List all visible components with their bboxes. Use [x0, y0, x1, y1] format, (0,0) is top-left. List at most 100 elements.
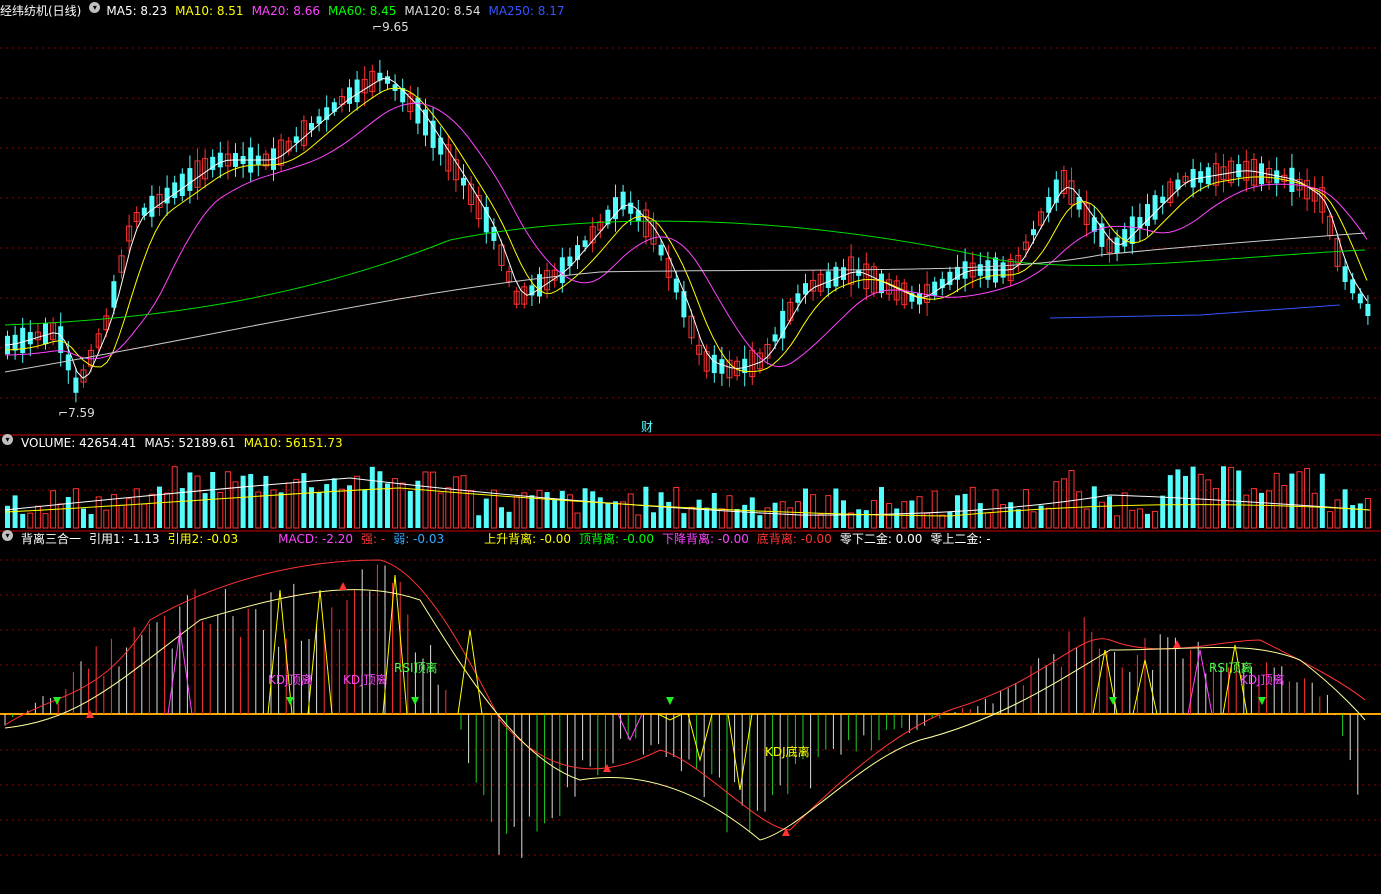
candle-body-down — [1198, 171, 1204, 183]
volume-bar-down — [377, 471, 383, 528]
volume-bar-down — [407, 490, 413, 528]
volume-bar-up — [635, 514, 642, 529]
volume-bar-down — [499, 507, 504, 528]
volume-bar-up — [118, 504, 125, 529]
volume-bar-up — [1266, 490, 1273, 529]
candle-body-down — [681, 291, 687, 318]
volume-bar-down — [476, 515, 482, 528]
candle-body-down — [1342, 266, 1348, 283]
volume-bar-up — [627, 493, 634, 529]
volume-bar-up — [437, 492, 444, 529]
volume-bar-up — [536, 489, 543, 529]
volume-bar-up — [338, 488, 345, 529]
ma250-line — [1049, 304, 1341, 319]
volume-bar-down — [316, 492, 322, 528]
candle-body-down — [795, 293, 801, 303]
candle-body-down — [58, 326, 64, 353]
kdj-top-divergence-3: KDJ顶离 — [1240, 673, 1285, 687]
volume-bar-down — [1357, 503, 1363, 528]
volume-bar-down — [772, 502, 778, 528]
volume-bar-up — [916, 496, 923, 529]
volume-bar-down — [879, 487, 884, 528]
volume-bar-down — [833, 488, 839, 528]
volume-bar-down — [605, 502, 611, 528]
volume-bar-up — [1228, 466, 1235, 529]
volume-bar-up — [445, 487, 452, 529]
candle-body-down — [347, 87, 352, 104]
diff-line-red — [4, 559, 1366, 831]
indicator-menu-icon[interactable]: ▾ — [2, 530, 13, 541]
candle-body-down — [879, 273, 884, 294]
candle-body-down — [164, 187, 170, 204]
candle-body-down — [719, 359, 725, 374]
volume-bar-up — [1152, 510, 1159, 529]
volume-bar-down — [65, 497, 71, 528]
ma10-line — [4, 87, 1368, 373]
volume-bar-down — [803, 488, 808, 528]
volume-bar-up — [224, 471, 231, 529]
candle-body-down — [1205, 167, 1211, 185]
volume-bar-up — [103, 509, 110, 529]
volume-bar-up — [95, 496, 102, 529]
volume-bar-down — [331, 478, 337, 528]
volume-bar-down — [1107, 496, 1112, 528]
candle-body-down — [43, 323, 48, 344]
candle-body-down — [1145, 204, 1150, 226]
ma5-line — [4, 78, 1368, 379]
chart-menu-icon[interactable]: ▾ — [89, 2, 101, 13]
candle-body-down — [673, 278, 679, 293]
volume-bar-up — [817, 513, 824, 529]
rise-divergence-label: 上升背离: -0.00 — [484, 532, 572, 546]
strong-label: 强: - — [361, 532, 386, 546]
candle-body-down — [1160, 196, 1166, 203]
volume-bar-up — [27, 512, 34, 529]
candle-body-down — [354, 79, 360, 103]
volume-bar-down — [1236, 470, 1242, 528]
stock-title: 经纬纺机(日线) — [0, 4, 82, 18]
volume-bar-down — [696, 499, 702, 528]
volume-bar-down — [179, 488, 185, 528]
candle-body-down — [1365, 303, 1371, 317]
ref2-label: 引用2: -0.03 — [167, 532, 239, 546]
volume-bar-up — [133, 488, 140, 529]
weak-label: 弱: -0.03 — [393, 532, 445, 546]
volume-label: VOLUME: 42654.41 — [21, 436, 137, 450]
volume-bar-down — [1190, 466, 1196, 528]
volume-bar-down — [643, 486, 649, 528]
volume-bar-up — [764, 507, 771, 529]
finance-event-marker[interactable]: 财 — [641, 418, 653, 435]
volume-bar-up — [1083, 508, 1090, 529]
divergence-spike — [307, 589, 333, 715]
volume-bar-up — [1281, 484, 1288, 529]
volume-bar-up — [1129, 509, 1136, 529]
kdj-bottom-divergence: KDJ底离 — [765, 745, 810, 759]
volume-bar-down — [483, 498, 489, 528]
main-chart-header: 经纬纺机(日线) ▾ MA5: 8.23 MA10: 8.51 MA20: 8.… — [0, 2, 573, 20]
volume-bar-up — [939, 514, 946, 529]
volume-bar-up — [57, 503, 64, 529]
divergence-spike — [1092, 649, 1118, 715]
volume-menu-icon[interactable]: ▾ — [2, 434, 13, 445]
volume-bar-down — [613, 501, 618, 528]
volume-bar-up — [354, 475, 361, 529]
volume-bar-up — [42, 513, 49, 529]
candle-body-down — [917, 292, 922, 305]
ma5-label: MA5: 8.23 — [106, 4, 168, 18]
volume-bar-up — [726, 495, 733, 529]
volume-bar-down — [1008, 502, 1014, 528]
candle-body-down — [1236, 164, 1242, 178]
candle-body-down — [1031, 229, 1036, 236]
volume-bar-down — [415, 480, 421, 528]
volume-bar-down — [385, 483, 390, 528]
candle-body-down — [1122, 229, 1128, 247]
candle-body-down — [12, 334, 18, 351]
candle-body-down — [1259, 163, 1264, 185]
volume-bar-up — [931, 490, 938, 529]
volume-header: ▾ VOLUME: 42654.41 MA5: 52189.61 MA10: 5… — [0, 434, 351, 452]
bottom-divergence-label: 底背离: -0.00 — [756, 532, 832, 546]
candle-body-down — [461, 177, 466, 186]
volume-bar-up — [1045, 507, 1052, 529]
volume-bar-down — [681, 513, 687, 528]
volume-bar-up — [901, 501, 908, 529]
volume-bar-down — [863, 510, 869, 528]
